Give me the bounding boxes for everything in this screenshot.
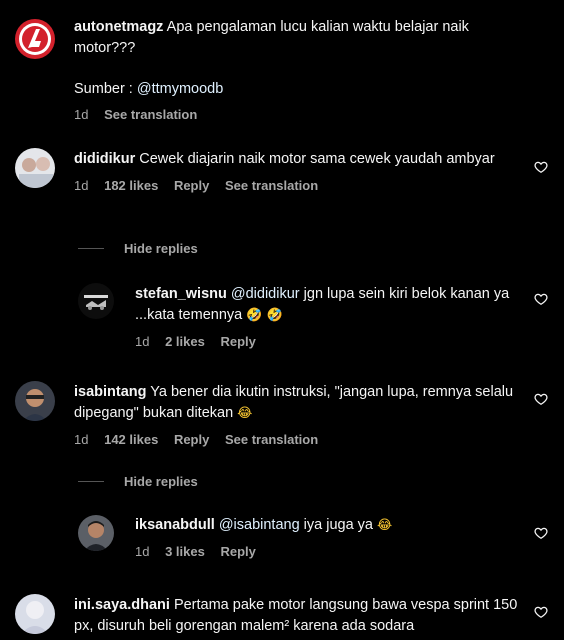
source-label: Sumber : <box>74 81 137 97</box>
reply-time[interactable]: 1d <box>135 334 149 349</box>
comment-username[interactable]: ini.saya.dhani <box>74 597 170 613</box>
reply-button[interactable]: Reply <box>220 544 255 559</box>
reply-text: iya juga ya <box>299 517 378 533</box>
heart-icon[interactable] <box>534 292 548 306</box>
comment-time[interactable]: 1d <box>74 178 88 193</box>
see-translation-button[interactable]: See translation <box>225 432 318 447</box>
heart-icon[interactable] <box>534 392 548 406</box>
ini-saya-dhani-avatar[interactable] <box>15 594 55 634</box>
reply-time[interactable]: 1d <box>135 544 149 559</box>
hide-replies-button[interactable]: Hide replies <box>78 471 198 492</box>
dididikur-avatar[interactable] <box>15 148 55 188</box>
reply-likes[interactable]: 2 likes <box>165 334 205 349</box>
comment-time[interactable]: 1d <box>74 432 88 447</box>
reply-likes[interactable]: 3 likes <box>165 544 205 559</box>
reply-button[interactable]: Reply <box>174 178 209 193</box>
reply-username[interactable]: stefan_wisnu <box>135 286 227 302</box>
post-username[interactable]: autonetmagz <box>74 19 163 35</box>
laughing-emoji: 😂 <box>377 518 393 533</box>
laughing-emoji: 😂 <box>237 406 253 421</box>
heart-icon[interactable] <box>534 605 548 619</box>
comment-username[interactable]: dididikur <box>74 151 135 167</box>
post-see-translation-button[interactable]: See translation <box>104 107 197 122</box>
comment-body: ini.saya.dhani Pertama pake motor langsu… <box>74 595 524 637</box>
hide-replies-button[interactable]: Hide replies <box>78 238 198 259</box>
hide-replies-label: Hide replies <box>124 241 198 256</box>
comment-likes[interactable]: 142 likes <box>104 432 158 447</box>
comment-body: isabintang Ya bener dia ikutin instruksi… <box>74 382 524 449</box>
replies-divider-line <box>78 481 104 482</box>
iksanabdull-avatar[interactable] <box>78 515 114 551</box>
isabintang-avatar[interactable] <box>15 381 55 421</box>
comment-text: Cewek diajarin naik motor sama cewek yau… <box>139 151 495 167</box>
heart-icon[interactable] <box>534 526 548 540</box>
post-time[interactable]: 1d <box>74 107 88 122</box>
reply-body: stefan_wisnu @dididikur jgn lupa sein ki… <box>135 284 524 351</box>
reply-mention[interactable]: @dididikur <box>231 286 300 302</box>
reply-body: iksanabdull @isabintang iya juga ya 😂 1d… <box>135 515 524 561</box>
reply-mention[interactable]: @isabintang <box>219 517 300 533</box>
see-translation-button[interactable]: See translation <box>225 178 318 193</box>
post-caption-body: autonetmagz Apa pengalaman lucu kalian w… <box>74 17 524 124</box>
laughing-emoji: 🤣 🤣 <box>246 308 283 323</box>
autonetmagz-avatar[interactable] <box>14 18 56 60</box>
reply-button[interactable]: Reply <box>220 334 255 349</box>
source-mention[interactable]: @ttmymoodb <box>137 81 223 97</box>
hide-replies-label: Hide replies <box>124 474 198 489</box>
comment-body: dididikur Cewek diajarin naik motor sama… <box>74 149 524 195</box>
stefan-wisnu-avatar[interactable] <box>78 283 114 319</box>
comment-username[interactable]: isabintang <box>74 384 147 400</box>
comment-likes[interactable]: 182 likes <box>104 178 158 193</box>
comments-panel: autonetmagz Apa pengalaman lucu kalian w… <box>0 0 564 640</box>
reply-button[interactable]: Reply <box>174 432 209 447</box>
heart-icon[interactable] <box>534 160 548 174</box>
replies-divider-line <box>78 248 104 249</box>
reply-username[interactable]: iksanabdull <box>135 517 215 533</box>
